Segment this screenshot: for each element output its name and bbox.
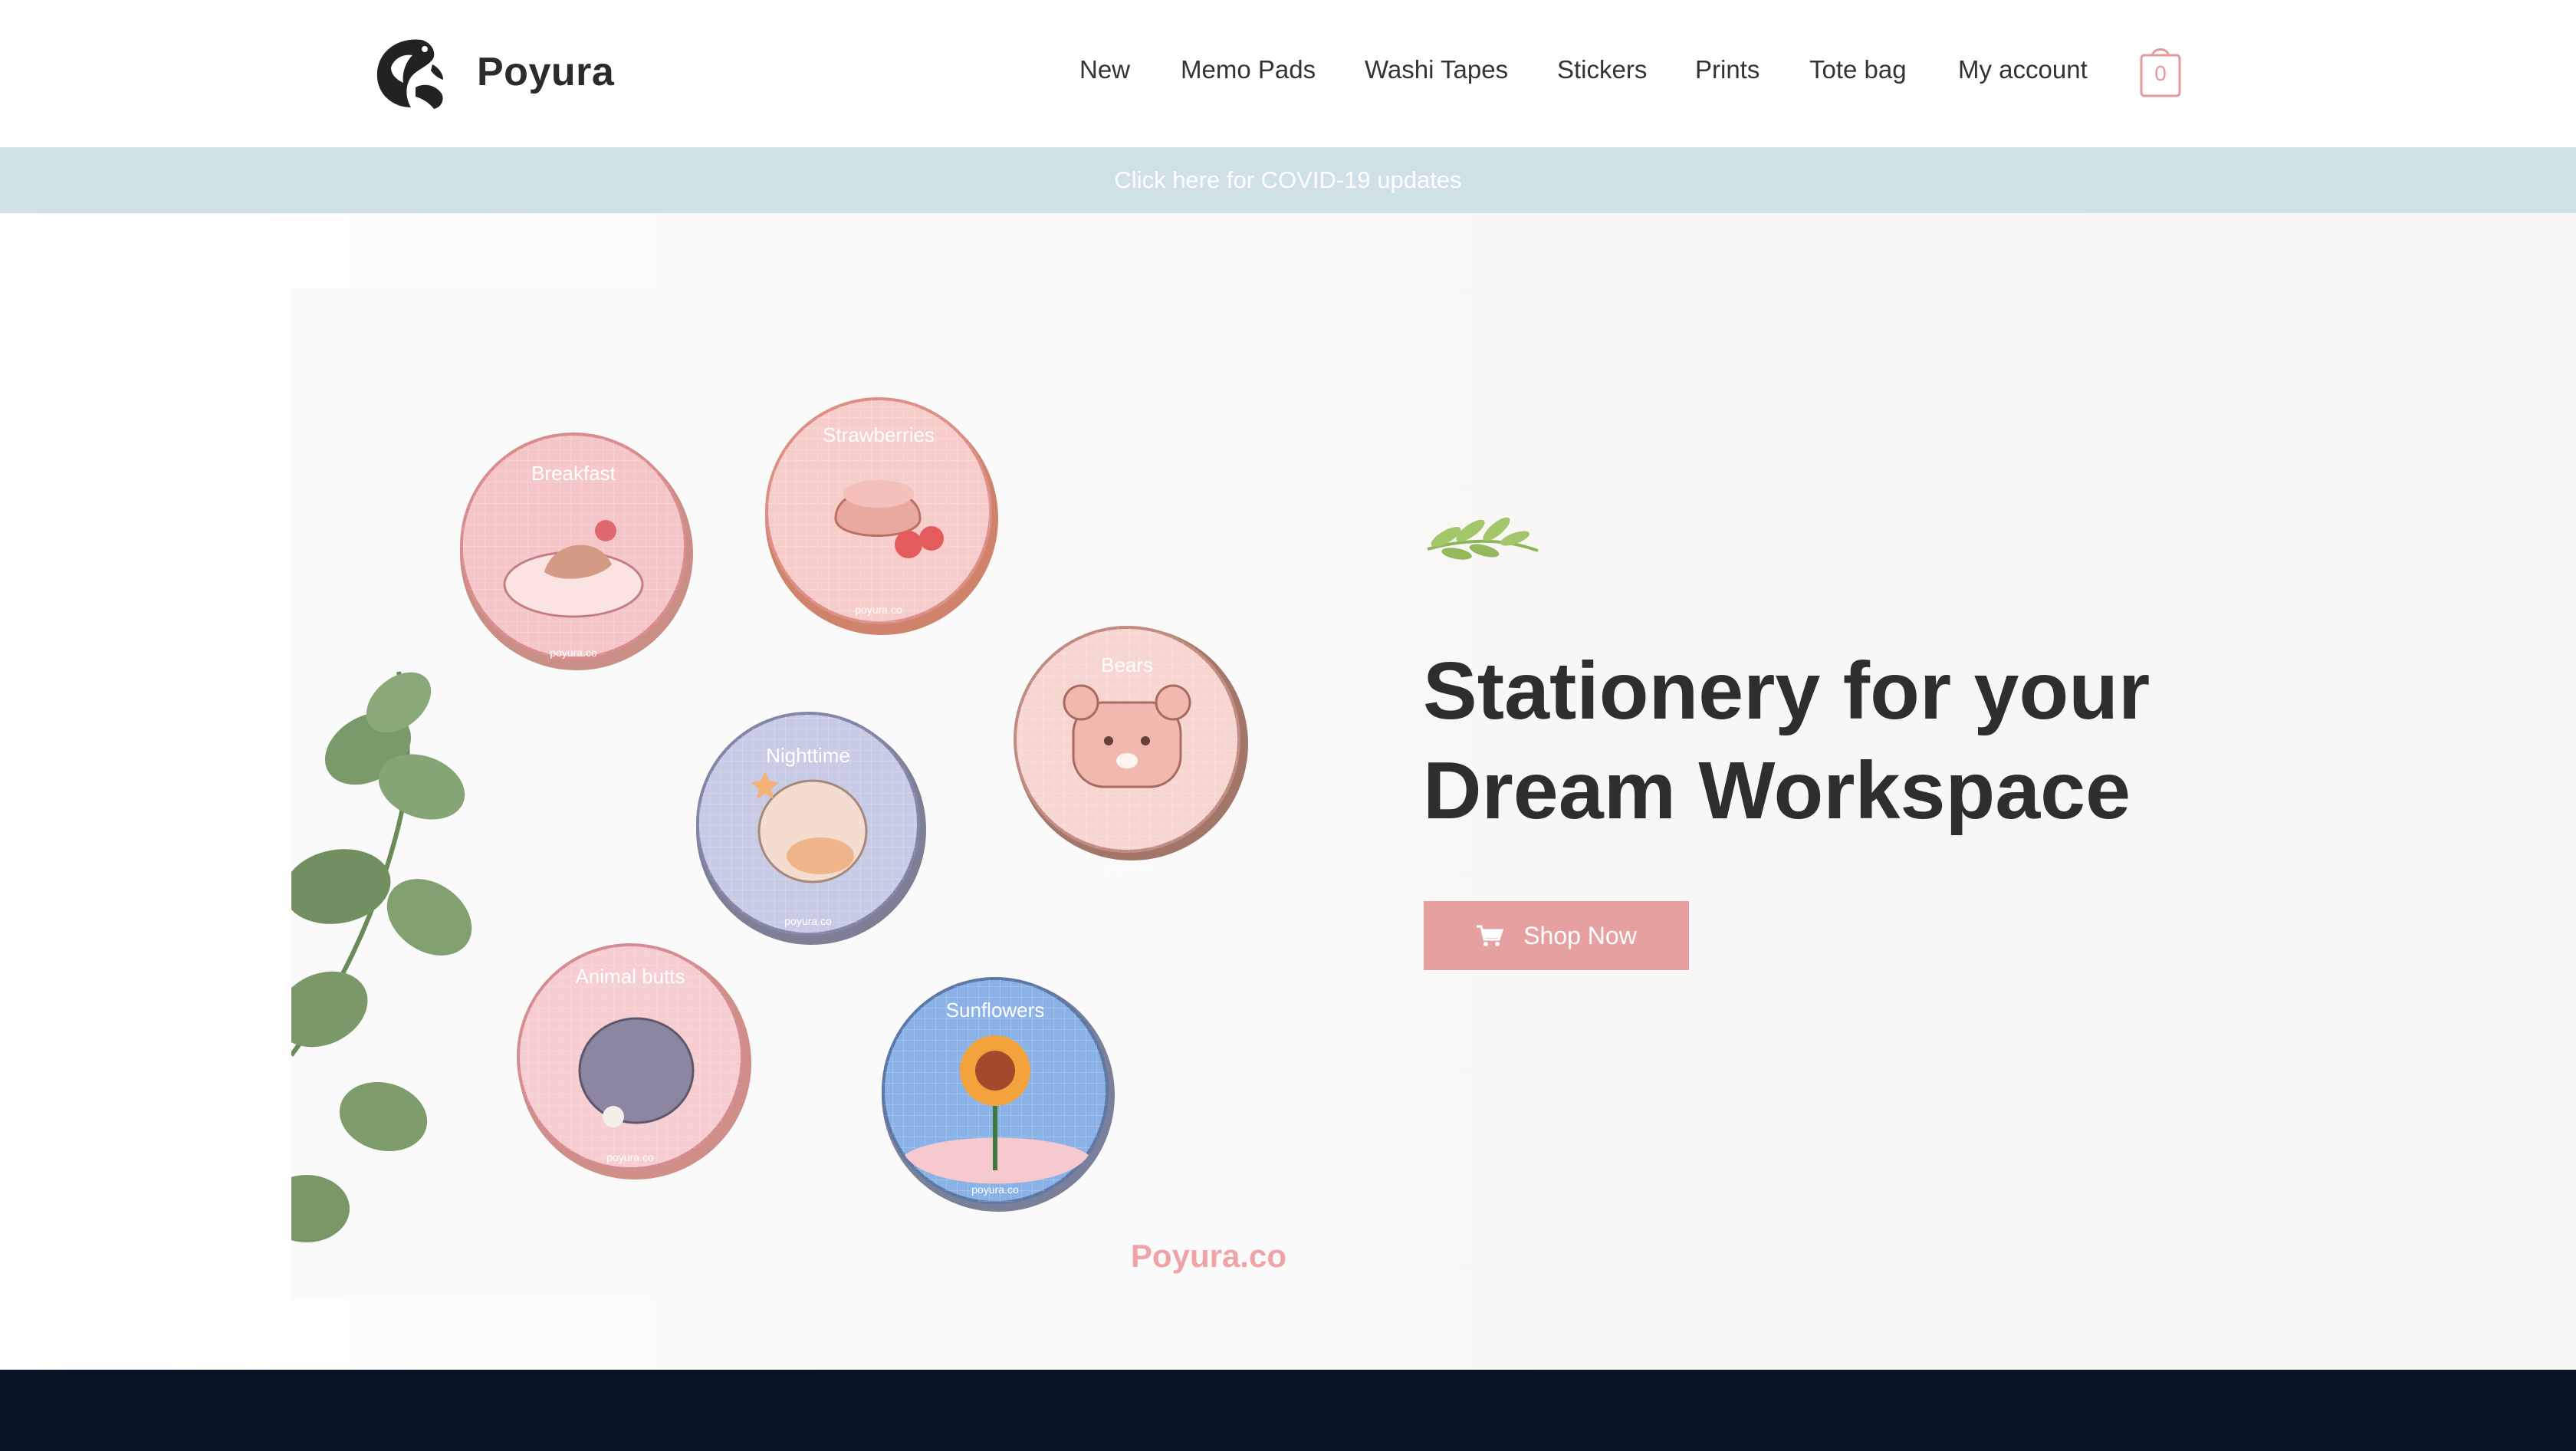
tape-label-breakfast: Breakfast bbox=[531, 462, 616, 485]
nav-item-new[interactable]: New bbox=[1079, 55, 1130, 84]
leaf-sprig-icon bbox=[1427, 517, 1539, 560]
tape-label-strawberries: Strawberries bbox=[823, 423, 935, 446]
washi-tape-strawberries: Strawberries poyura.co bbox=[765, 397, 998, 635]
tape-label-animal-butts: Animal butts bbox=[575, 965, 685, 988]
washi-tape-animal-butts: Animal butts poyura.co bbox=[517, 943, 751, 1180]
tape-label-bears: Bears bbox=[1101, 653, 1153, 676]
washi-tape-nighttime: Nighttime poyura.co bbox=[696, 712, 926, 945]
washi-tape-bears: Bears poyura.co bbox=[1014, 626, 1248, 874]
hero-image: Breakfast poyura.co Strawberries poyura.… bbox=[291, 288, 1302, 1299]
photo-watermark: Poyura.co bbox=[1131, 1238, 1286, 1274]
hero-title-line-1: Stationery for your bbox=[1423, 646, 2150, 736]
cart-count: 0 bbox=[2154, 61, 2167, 85]
nav-item-prints[interactable]: Prints bbox=[1695, 55, 1760, 84]
shop-now-label: Shop Now bbox=[1523, 921, 1637, 949]
tape-footer: poyura.co bbox=[1103, 861, 1151, 874]
nav-item-tote-bag[interactable]: Tote bag bbox=[1809, 55, 1907, 84]
eucalyptus-branch-icon bbox=[291, 671, 472, 1242]
nav-item-stickers[interactable]: Stickers bbox=[1557, 55, 1647, 84]
shop-now-button[interactable]: Shop Now bbox=[1424, 901, 1689, 970]
site-header: Poyura New Memo Pads Washi Tapes Sticker… bbox=[0, 0, 2576, 147]
covid-notice-bar[interactable]: Click here for COVID-19 updates bbox=[0, 147, 2576, 213]
tape-footer: poyura.co bbox=[550, 647, 597, 659]
hero-title-line-2: Dream Workspace bbox=[1423, 745, 2131, 836]
nav-item-memo-pads[interactable]: Memo Pads bbox=[1181, 55, 1316, 84]
tape-footer: poyura.co bbox=[784, 915, 832, 927]
cart-button[interactable]: 0 bbox=[2139, 44, 2182, 98]
tape-footer: poyura.co bbox=[971, 1183, 1019, 1196]
dark-section-strip bbox=[0, 1370, 2576, 1451]
tape-footer: poyura.co bbox=[606, 1151, 654, 1163]
hero-title: Stationery for your Dream Workspace bbox=[1423, 641, 2343, 841]
tape-footer: poyura.co bbox=[855, 604, 902, 616]
nav-item-my-account[interactable]: My account bbox=[1958, 55, 2088, 84]
tape-label-sunflowers: Sunflowers bbox=[946, 999, 1045, 1022]
main-nav: New Memo Pads Washi Tapes Stickers Print… bbox=[0, 55, 2576, 94]
tape-label-nighttime: Nighttime bbox=[766, 744, 850, 767]
washi-tape-breakfast: Breakfast poyura.co bbox=[460, 433, 693, 670]
nav-item-washi-tapes[interactable]: Washi Tapes bbox=[1365, 55, 1508, 84]
washi-tape-sunflowers: Sunflowers poyura.co bbox=[882, 977, 1115, 1212]
shopping-cart-icon bbox=[1477, 925, 1504, 946]
